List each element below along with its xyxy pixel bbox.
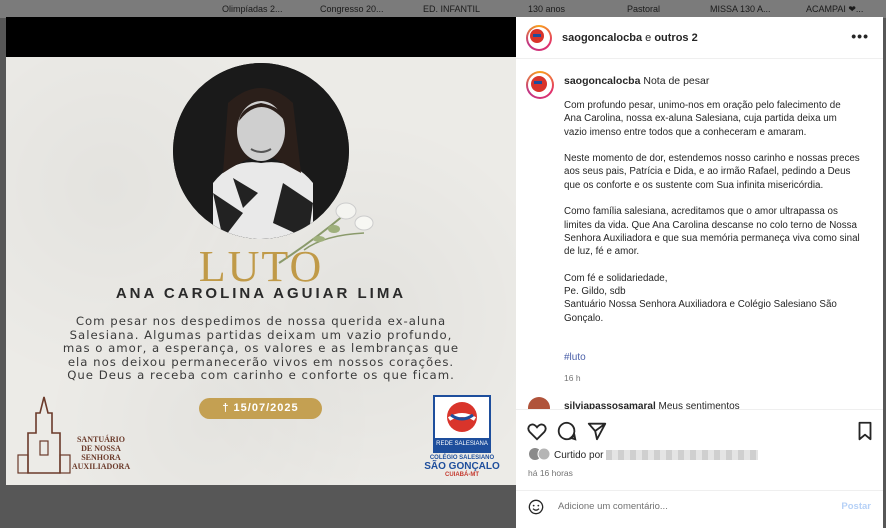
- commenter-avatar[interactable]: [528, 397, 550, 409]
- caption-avatar[interactable]: [526, 71, 554, 99]
- more-options-icon[interactable]: •••: [851, 28, 869, 44]
- bookmark-item[interactable]: 130 anos: [528, 4, 565, 14]
- condolence-message: Com pesar nos despedimos de nossa querid…: [26, 314, 496, 383]
- santuario-line: AUXILIADORA: [71, 462, 131, 471]
- share-icon[interactable]: [586, 420, 608, 442]
- colegio-logo: REDE SALESIANA COLÉGIO SALESIANO SÃO GON…: [424, 395, 500, 483]
- caption-timestamp: 16 h: [564, 373, 581, 383]
- bookmark-item[interactable]: MISSA 130 A...: [710, 4, 771, 14]
- post-header: saogoncalocba e outros 2 •••: [516, 17, 883, 59]
- date-badge: † 15/07/2025: [199, 398, 322, 419]
- colegio-line: CUIABÁ-MT: [445, 472, 479, 478]
- post-authors: saogoncalocba e outros 2: [562, 32, 698, 44]
- bookmark-item[interactable]: ED. INFANTIL: [423, 4, 480, 14]
- hashtag-link[interactable]: #luto: [564, 352, 586, 363]
- message-line: Com pesar nos despedimos de nossa querid…: [75, 314, 447, 328]
- caption-text: Com profundo pesar, unimo-nos em oração …: [564, 99, 860, 338]
- post-media[interactable]: LUTO ANA CAROLINA AGUIAR LIMA Com pesar …: [6, 17, 516, 485]
- post-actions: Curtido por há 16 horas Adicione um come…: [516, 409, 883, 528]
- caption-title: Nota de pesar: [640, 75, 710, 87]
- bookmark-item[interactable]: Pastoral: [627, 4, 660, 14]
- caption-paragraph: Com profundo pesar, unimo-nos em oração …: [564, 100, 841, 138]
- santuario-line: SENHORA: [81, 453, 121, 462]
- message-line: Salesiana. Algumas partidas deixam um va…: [69, 327, 453, 342]
- post-image: LUTO ANA CAROLINA AGUIAR LIMA Com pesar …: [6, 57, 516, 485]
- caption-paragraph: Neste momento de dor, estendemos nosso c…: [564, 153, 860, 191]
- caption-area: saogoncalocba Nota de pesar Com profundo…: [516, 59, 883, 409]
- comment-input[interactable]: Adicione um comentário...: [558, 501, 668, 512]
- bookmarks-bar: Olimpíadas 2... Congresso 20... ED. INFA…: [0, 0, 886, 18]
- emoji-icon[interactable]: [528, 499, 544, 515]
- liker-avatars: [529, 447, 551, 461]
- liked-by: Curtido por: [528, 450, 759, 461]
- santuario-line: DE NOSSA: [81, 444, 121, 453]
- liked-by-label: Curtido por: [554, 450, 604, 461]
- comment-icon[interactable]: [556, 420, 578, 442]
- message-line: Que Deus a receba com carinho e conforte…: [67, 368, 455, 382]
- authors-connector: e: [642, 32, 655, 44]
- liked-by-usernames-redacted[interactable]: [606, 450, 759, 461]
- message-line: mas o amor, a esperança, os valores e as…: [62, 341, 460, 355]
- santuario-line: SANTUÁRIO: [76, 435, 125, 444]
- colegio-line: SÃO GONÇALO: [424, 461, 500, 472]
- post-details-panel: saogoncalocba e outros 2 ••• saogoncaloc…: [516, 17, 883, 528]
- caption-header: saogoncalocba Nota de pesar: [564, 75, 709, 87]
- account-avatar[interactable]: [526, 25, 552, 51]
- other-authors-link[interactable]: outros 2: [654, 32, 697, 44]
- comment-text: Meus sentimentos: [655, 401, 740, 409]
- caption-paragraph: Com fé e solidariedade, Pe. Gildo, sdb S…: [564, 272, 837, 324]
- heart-icon[interactable]: [526, 420, 548, 442]
- commenter-username[interactable]: silviapassosamaral: [564, 401, 656, 409]
- post-time-ago: há 16 horas: [528, 468, 573, 478]
- rede-salesiana-emblem: REDE SALESIANA: [433, 395, 491, 453]
- bookmark-item[interactable]: ACAMPAI ❤...: [806, 4, 863, 15]
- comment-item: silviapassosamaral Meus sentimentos: [564, 401, 740, 409]
- save-bookmark-icon[interactable]: [854, 420, 876, 442]
- deceased-name: ANA CAROLINA AGUIAR LIMA: [115, 285, 407, 302]
- message-line: ela nos deixou permanecerão vivos em nos…: [67, 354, 455, 369]
- bookmark-item[interactable]: Olimpíadas 2...: [222, 4, 283, 14]
- bookmark-item[interactable]: Congresso 20...: [320, 4, 384, 14]
- author-username[interactable]: saogoncalocba: [562, 32, 642, 44]
- post-comment-button[interactable]: Postar: [841, 501, 871, 512]
- rede-salesiana-band: REDE SALESIANA: [435, 438, 489, 451]
- santuario-wordmark: SANTUÁRIO DE NOSSA SENHORA AUXILIADORA: [66, 435, 136, 471]
- caption-paragraph: Como família salesiana, acreditamos que …: [564, 206, 860, 258]
- caption-username[interactable]: saogoncalocba: [564, 75, 640, 87]
- add-comment-row: Adicione um comentário... Postar: [516, 490, 883, 521]
